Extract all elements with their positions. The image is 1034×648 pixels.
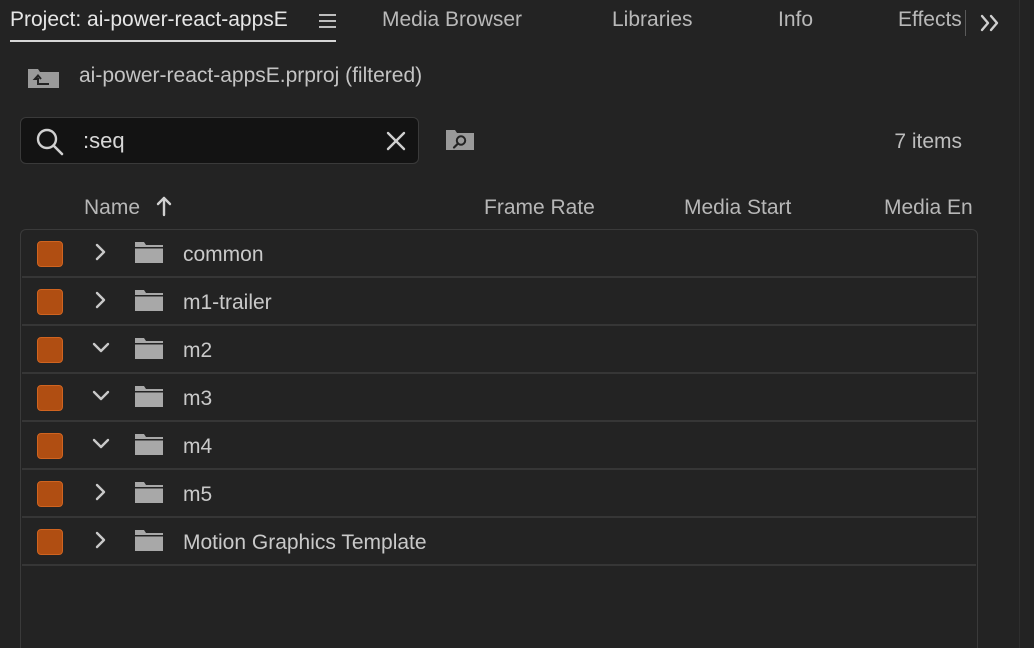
label-color-swatch[interactable] xyxy=(37,481,63,507)
panel-tab-bar: Project: ai-power-react-appsE Media Brow… xyxy=(0,0,1034,46)
close-icon[interactable] xyxy=(385,130,407,152)
search-input[interactable] xyxy=(83,126,373,156)
folder-icon xyxy=(135,242,163,263)
chevron-right-icon[interactable] xyxy=(91,289,111,311)
list-item[interactable]: m2 xyxy=(22,326,976,374)
project-path-label: ai-power-react-appsE.prproj (filtered) xyxy=(79,64,423,87)
label-color-swatch[interactable] xyxy=(37,433,63,459)
list-item[interactable]: m5 xyxy=(22,470,976,518)
list-item[interactable]: Motion Graphics Template xyxy=(22,518,976,566)
list-item[interactable]: m1-trailer xyxy=(22,278,976,326)
column-header-media-start[interactable]: Media Start xyxy=(684,196,791,220)
tab-project[interactable]: Project: ai-power-react-appsE xyxy=(10,8,288,32)
folder-icon xyxy=(135,290,163,311)
active-tab-indicator xyxy=(10,40,336,42)
folder-icon xyxy=(135,386,163,407)
item-count: 7 items xyxy=(894,130,962,153)
column-header-frame-rate[interactable]: Frame Rate xyxy=(484,196,595,220)
chevron-right-icon[interactable] xyxy=(91,241,111,263)
item-name: common xyxy=(183,243,264,266)
tab-divider xyxy=(965,10,966,36)
search-icon xyxy=(36,128,64,156)
tab-effects[interactable]: Effects xyxy=(898,8,962,32)
hamburger-icon[interactable] xyxy=(319,14,336,28)
list-item[interactable]: common xyxy=(22,230,976,278)
label-color-swatch[interactable] xyxy=(37,337,63,363)
folder-icon xyxy=(135,434,163,455)
tab-info[interactable]: Info xyxy=(778,8,813,32)
find-bin-icon[interactable] xyxy=(445,127,475,151)
list-item[interactable]: m4 xyxy=(22,422,976,470)
folder-icon xyxy=(135,530,163,551)
panel-edge xyxy=(1019,0,1020,648)
tab-media-browser[interactable]: Media Browser xyxy=(382,8,522,32)
item-name: Motion Graphics Template xyxy=(183,531,427,554)
chevron-right-icon[interactable] xyxy=(91,529,111,551)
item-name: m1-trailer xyxy=(183,291,272,314)
label-color-swatch[interactable] xyxy=(37,241,63,267)
double-chevron-right-icon[interactable] xyxy=(977,10,1003,36)
bin-list: common m1-trailer m2 m3 m4 m5 Motion Gra… xyxy=(20,229,978,648)
folder-icon xyxy=(135,338,163,359)
list-item[interactable]: m3 xyxy=(22,374,976,422)
item-name: m2 xyxy=(183,339,213,362)
label-color-swatch[interactable] xyxy=(37,289,63,315)
chevron-down-icon[interactable] xyxy=(91,385,111,407)
item-name: m3 xyxy=(183,387,213,410)
item-name: m5 xyxy=(183,483,213,506)
chevron-down-icon[interactable] xyxy=(91,433,111,455)
label-color-swatch[interactable] xyxy=(37,385,63,411)
chevron-down-icon[interactable] xyxy=(91,337,111,359)
project-bin-up-icon[interactable] xyxy=(27,65,61,89)
label-color-swatch[interactable] xyxy=(37,529,63,555)
project-panel: Project: ai-power-react-appsE Media Brow… xyxy=(0,0,1034,648)
column-header-media-end[interactable]: Media En xyxy=(884,196,973,220)
tab-libraries[interactable]: Libraries xyxy=(612,8,693,32)
search-field xyxy=(20,117,419,164)
chevron-right-icon[interactable] xyxy=(91,481,111,503)
item-name: m4 xyxy=(183,435,213,458)
arrow-up-icon[interactable] xyxy=(155,195,173,217)
folder-icon xyxy=(135,482,163,503)
column-header-name[interactable]: Name xyxy=(84,196,140,220)
